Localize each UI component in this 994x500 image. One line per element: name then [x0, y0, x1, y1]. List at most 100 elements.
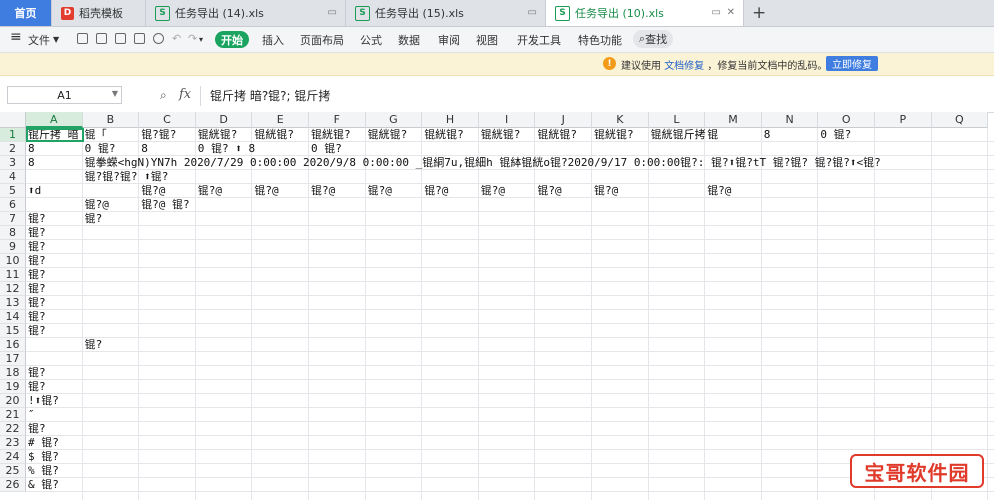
column-header-p[interactable]: P [875, 112, 932, 128]
row-header-17[interactable]: 17 [0, 352, 26, 366]
row-header-10[interactable]: 10 [0, 254, 26, 268]
cell-a25[interactable]: % 锟? [28, 464, 59, 478]
cell-f2[interactable]: 0 锟? [311, 142, 342, 156]
close-icon[interactable]: ✕ [727, 7, 735, 18]
cell-b7[interactable]: 锟? [85, 212, 103, 226]
print-icon[interactable] [115, 33, 126, 44]
more-chevron-icon[interactable]: ▾ [199, 35, 203, 44]
tab-file-15[interactable]: S 任务导出 (15).xls ▭ [346, 0, 546, 26]
row-header-6[interactable]: 6 [0, 198, 26, 212]
search-button[interactable]: ⌕ 查找 [633, 30, 673, 48]
row-header-13[interactable]: 13 [0, 296, 26, 310]
tab-start[interactable]: 开始 [215, 31, 249, 48]
cell-k5[interactable]: 锟?@ [594, 184, 618, 198]
cell-a15[interactable]: 锟? [28, 324, 46, 338]
cell-a13[interactable]: 锟? [28, 296, 46, 310]
cell-e1[interactable]: 锟絖锟? [254, 128, 294, 142]
row-header-25[interactable]: 25 [0, 464, 26, 478]
tab-developer[interactable]: 开发工具 [517, 32, 561, 48]
cell-f1[interactable]: 锟絖锟? [311, 128, 351, 142]
cell-a8[interactable]: 锟? [28, 226, 46, 240]
row-header-16[interactable]: 16 [0, 338, 26, 352]
cell-o1[interactable]: 0 锟? [820, 128, 851, 142]
file-menu[interactable]: 文件 [28, 32, 50, 48]
cell-d1[interactable]: 锟絖锟? [198, 128, 238, 142]
hamburger-icon[interactable]: ≡ [10, 29, 22, 45]
row-header-26[interactable]: 26 [0, 478, 26, 492]
row-header-15[interactable]: 15 [0, 324, 26, 338]
tab-data[interactable]: 数据 [398, 32, 420, 48]
row-header-1[interactable]: 1 [0, 128, 26, 142]
print-preview-icon[interactable] [134, 33, 145, 44]
row-header-11[interactable]: 11 [0, 268, 26, 282]
cell-a23[interactable]: # 锟? [28, 436, 59, 450]
cell-i1[interactable]: 锟絖锟? [481, 128, 521, 142]
tab-daoke-template[interactable]: D 稻壳模板 [52, 0, 146, 26]
cell-a7[interactable]: 锟? [28, 212, 46, 226]
row-header-19[interactable]: 19 [0, 380, 26, 394]
chevron-down-icon[interactable]: ▼ [112, 89, 118, 98]
cell-a11[interactable]: 锟? [28, 268, 46, 282]
new-tab-icon[interactable]: + [752, 3, 766, 23]
cell-a12[interactable]: 锟? [28, 282, 46, 296]
cell-a5[interactable]: ⬆d [28, 184, 41, 198]
cell-m1[interactable]: 锟 [707, 128, 718, 142]
row-header-24[interactable]: 24 [0, 450, 26, 464]
row-header-21[interactable]: 21 [0, 408, 26, 422]
cell-j1[interactable]: 锟絖锟? [537, 128, 577, 142]
cell-c1[interactable]: 锟?锟? [141, 128, 176, 142]
undo-icon[interactable]: ↶ [172, 32, 181, 45]
cell-m5[interactable]: 锟?@ [707, 184, 731, 198]
cell-a10[interactable]: 锟? [28, 254, 46, 268]
cell-e5[interactable]: 锟?@ [254, 184, 278, 198]
tab-file-10[interactable]: S 任务导出 (10).xls ▭ ✕ [546, 0, 744, 26]
row-header-2[interactable]: 2 [0, 142, 26, 156]
cell-n1[interactable]: 8 [764, 128, 771, 142]
cell-a2[interactable]: 8 [28, 142, 35, 156]
cell-i5[interactable]: 锟?@ [481, 184, 505, 198]
cell-l1[interactable]: 锟絖锟斤拷 [651, 128, 706, 142]
tab-formula[interactable]: 公式 [360, 32, 382, 48]
cell-a26[interactable]: & 锟? [28, 478, 59, 492]
row-header-3[interactable]: 3 [0, 156, 26, 170]
cell-b1[interactable]: 锟「 [85, 128, 107, 142]
tab-insert[interactable]: 插入 [262, 32, 284, 48]
formula-input[interactable]: 锟斤拷 暗?锟?; 锟斤拷 [200, 86, 994, 106]
cell-j5[interactable]: 锟?@ [537, 184, 561, 198]
tab-file-14[interactable]: S 任务导出 (14).xls ▭ [146, 0, 346, 26]
select-all-corner[interactable] [0, 112, 26, 128]
cell-d5[interactable]: 锟?@ [198, 184, 222, 198]
cell-b6[interactable]: 锟?@ [85, 198, 109, 212]
spreadsheet-grid[interactable]: A B C D E F G H I J K L M N O P Q 1 2 3 4 5 6 7 8 9 10 11 12 13 14 15 16… [0, 112, 994, 500]
row-header-22[interactable]: 22 [0, 422, 26, 436]
row-header-14[interactable]: 14 [0, 310, 26, 324]
tab-view[interactable]: 视图 [476, 32, 498, 48]
column-header-i[interactable]: I [478, 112, 536, 128]
column-header-m[interactable]: M [705, 112, 762, 128]
cell-a19[interactable]: 锟? [28, 380, 46, 394]
chevron-down-icon[interactable]: ▼ [53, 35, 59, 44]
cell-a18[interactable]: 锟? [28, 366, 46, 380]
fx-icon[interactable]: fx [179, 87, 191, 102]
row-header-12[interactable]: 12 [0, 282, 26, 296]
tab-home[interactable]: 首页 [0, 0, 52, 26]
cell-c5[interactable]: 锟?@ [141, 184, 165, 198]
row-header-20[interactable]: 20 [0, 394, 26, 408]
cell-k1[interactable]: 锟絖锟? [594, 128, 634, 142]
repair-now-button[interactable]: 立即修复 [826, 56, 878, 71]
monitor-icon[interactable]: ▭ [328, 7, 337, 18]
cell-b4[interactable]: 锟?锟?锟? ⬆锟? [85, 170, 169, 184]
cell-f5[interactable]: 锟?@ [311, 184, 335, 198]
cell-c2[interactable]: 8 [141, 142, 148, 156]
cell-a3[interactable]: 8 [28, 156, 35, 170]
cell-a21[interactable]: ″ [28, 408, 35, 422]
cell-a9[interactable]: 锟? [28, 240, 46, 254]
cell-a20[interactable]: !⬆锟? [28, 394, 59, 408]
row-header-5[interactable]: 5 [0, 184, 26, 198]
column-header-a[interactable]: A [26, 112, 83, 128]
column-header-h[interactable]: H [422, 112, 479, 128]
cell-a14[interactable]: 锟? [28, 310, 46, 324]
cell-h5[interactable]: 锟?@ [424, 184, 448, 198]
tab-page-layout[interactable]: 页面布局 [300, 32, 344, 48]
column-header-g[interactable]: G [365, 112, 423, 128]
